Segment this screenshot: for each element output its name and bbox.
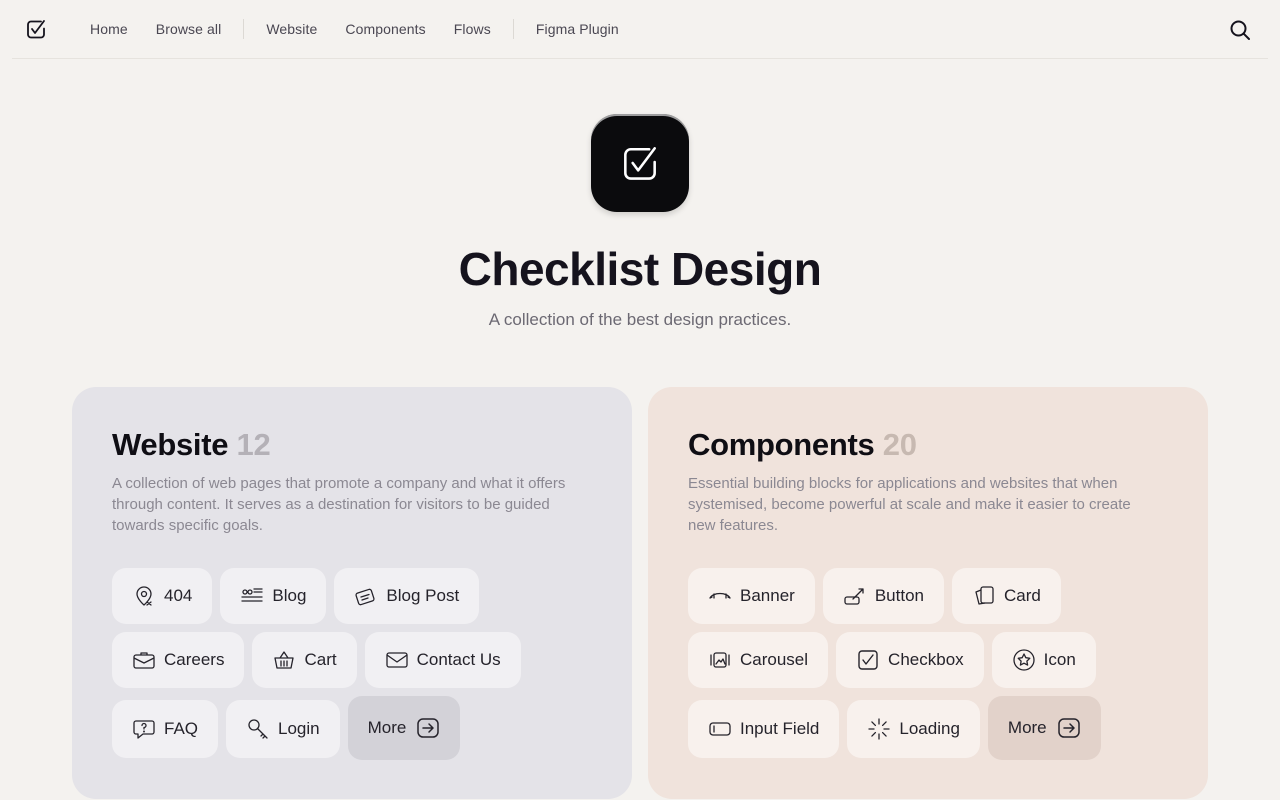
envelope-icon xyxy=(385,648,409,672)
arrow-right-box-icon xyxy=(1057,716,1081,740)
chip-blog[interactable]: Blog xyxy=(220,568,327,624)
card-title: Website xyxy=(112,427,229,462)
top-navigation: Home Browse all Website Components Flows… xyxy=(0,0,1280,58)
website-chip-list: 404 Blog Blog Post Careers Cart Contact … xyxy=(112,568,592,768)
more-button[interactable]: More xyxy=(347,696,461,760)
blog-post-card-icon xyxy=(354,584,378,608)
nav-figma-plugin[interactable]: Figma Plugin xyxy=(536,21,619,37)
chip-label: Loading xyxy=(899,719,960,738)
app-logo-icon xyxy=(591,114,689,212)
chip-label: Careers xyxy=(164,650,225,669)
briefcase-icon xyxy=(132,648,156,672)
blog-lines-icon xyxy=(240,584,264,608)
input-field-icon xyxy=(708,717,732,741)
more-label: More xyxy=(1007,718,1047,737)
chip-label: Cart xyxy=(304,650,337,669)
card-count: 12 xyxy=(236,427,271,462)
website-card[interactable]: Website 12 A collection of web pages tha… xyxy=(72,387,632,799)
chip-label: FAQ xyxy=(164,719,199,738)
arrow-right-box-icon xyxy=(416,716,440,740)
chip-blog-post[interactable]: Blog Post xyxy=(334,568,480,624)
chip-loading[interactable]: Loading xyxy=(847,700,980,758)
chip-label: Banner xyxy=(740,586,795,605)
chip-icon[interactable]: Icon xyxy=(991,632,1096,688)
chip-label: Input Field xyxy=(740,719,820,738)
chip-label: Card xyxy=(1003,586,1041,605)
card-description: A collection of web pages that promote a… xyxy=(112,475,566,534)
chip-careers[interactable]: Careers xyxy=(112,632,245,688)
nav-divider xyxy=(243,19,245,39)
chip-label: Icon xyxy=(1043,650,1076,669)
chip-carousel[interactable]: Carousel xyxy=(688,632,829,688)
search-icon[interactable] xyxy=(1228,18,1252,42)
nav-flows[interactable]: Flows xyxy=(454,21,491,37)
loading-spinner-icon xyxy=(867,717,891,741)
question-bubble-icon xyxy=(132,717,156,741)
banner-icon xyxy=(708,584,732,608)
chip-card[interactable]: Card xyxy=(951,568,1061,624)
chip-label: Button xyxy=(874,586,924,605)
chip-label: Carousel xyxy=(740,650,809,669)
chip-input-field[interactable]: Input Field xyxy=(688,700,840,758)
card-heading: Website 12 xyxy=(112,427,592,463)
chip-label: 404 xyxy=(164,586,193,605)
chip-cart[interactable]: Cart xyxy=(252,632,357,688)
cards-icon xyxy=(972,584,996,608)
components-card[interactable]: Components 20 Essential building blocks … xyxy=(648,387,1208,799)
page-title: Checklist Design xyxy=(458,243,822,295)
chip-label: Login xyxy=(278,719,320,738)
star-circle-icon xyxy=(1012,648,1036,672)
key-icon xyxy=(246,717,270,741)
nav-home[interactable]: Home xyxy=(90,21,128,37)
components-chip-list: Banner Button Card Carousel Checkbox Ico… xyxy=(688,568,1168,768)
page-subtitle: A collection of the best design practice… xyxy=(488,310,792,329)
checklist-logo-icon[interactable] xyxy=(24,17,48,41)
chip-label: Contact Us xyxy=(416,650,501,669)
header-divider xyxy=(12,58,1268,59)
card-description: Essential building blocks for applicatio… xyxy=(688,475,1131,534)
nav-website[interactable]: Website xyxy=(266,21,317,37)
checkbox-icon xyxy=(856,648,880,672)
card-title: Components xyxy=(688,427,875,462)
chip-label: Blog xyxy=(272,586,307,605)
more-button[interactable]: More xyxy=(987,696,1101,760)
chip-label: Checkbox xyxy=(888,650,964,669)
card-heading: Components 20 xyxy=(688,427,1168,463)
main-nav: Home Browse all Website Components Flows… xyxy=(90,0,647,58)
location-pin-icon xyxy=(132,584,156,608)
chip-checkbox[interactable]: Checkbox xyxy=(836,632,984,688)
chip-login[interactable]: Login xyxy=(226,700,340,758)
more-label: More xyxy=(367,718,407,737)
chip-label: Blog Post xyxy=(386,586,460,605)
chip-button[interactable]: Button xyxy=(822,568,944,624)
card-count: 20 xyxy=(882,427,917,462)
basket-icon xyxy=(272,648,296,672)
carousel-icon xyxy=(708,648,732,672)
nav-browse-all[interactable]: Browse all xyxy=(156,21,222,37)
chip-contact-us[interactable]: Contact Us xyxy=(364,632,521,688)
nav-components[interactable]: Components xyxy=(345,21,425,37)
chip-404[interactable]: 404 xyxy=(112,568,213,624)
nav-divider xyxy=(512,19,514,39)
button-cursor-icon xyxy=(843,584,867,608)
chip-banner[interactable]: Banner xyxy=(688,568,815,624)
chip-faq[interactable]: FAQ xyxy=(112,700,219,758)
